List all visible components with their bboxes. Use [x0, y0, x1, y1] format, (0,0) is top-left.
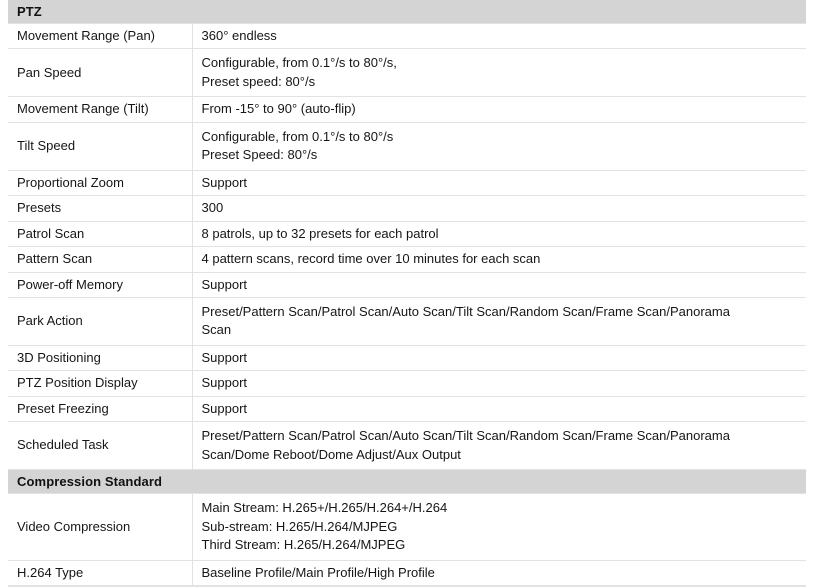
spec-value-line: Preset/Pattern Scan/Patrol Scan/Auto Sca… — [201, 303, 730, 319]
spec-label: Presets — [8, 195, 193, 222]
section-header-row: Compression Standard — [8, 469, 807, 494]
spec-value-line: Scan — [201, 322, 232, 338]
spec-value-line: Main Stream: H.265+/H.265/H.264+/H.264 — [201, 500, 448, 516]
spec-value: Preset/Pattern Scan/Patrol Scan/Auto Sca… — [192, 296, 807, 346]
spec-value-line: 8 patrols, up to 32 presets for each pat… — [201, 225, 439, 241]
table-row: Movement Range (Pan) 360° endless — [8, 22, 807, 50]
spec-label: H.264 Type — [8, 559, 193, 586]
spec-value-line: Baseline Profile/Main Profile/High Profi… — [201, 564, 435, 580]
spec-value-line: Preset Speed: 80°/s — [201, 147, 318, 163]
spec-value: Support — [192, 370, 807, 397]
spec-value: Support — [192, 271, 807, 298]
table-row: Park Action Preset/Pattern Scan/Patrol Sc… — [8, 296, 807, 346]
section-header-row: PTZ — [8, 0, 807, 24]
section-header-title: Compression Standard — [8, 469, 807, 494]
spec-value: 4 pattern scans, record time over 10 min… — [192, 246, 807, 273]
spec-value-line: Preset speed: 80°/s — [201, 73, 316, 89]
spec-value-line: Scan/Dome Reboot/Dome Adjust/Aux Output — [201, 446, 461, 462]
spec-label: 3D Positioning — [8, 344, 193, 372]
table-row: Movement Range (Tilt) From -15° to 90° (a… — [8, 96, 807, 123]
specification-sheet: PTZ Movement Range (Pan) 360° endless Pan S… — [8, 0, 807, 587]
table-row: Patrol Scan 8 patrols, up to 32 presets f… — [8, 220, 807, 248]
table-row: Scheduled Task Preset/Pattern Scan/Patrol… — [8, 421, 807, 471]
specification-table: PTZ Movement Range (Pan) 360° endless Pan S… — [8, 0, 807, 586]
spec-value: Support — [192, 169, 807, 197]
spec-label: Pan Speed — [8, 48, 193, 98]
spec-value-line: Support — [201, 276, 248, 292]
spec-label: Proportional Zoom — [8, 169, 193, 197]
spec-value: Preset/Pattern Scan/Patrol Scan/Auto Sca… — [192, 421, 807, 471]
spec-value-line: 4 pattern scans, record time over 10 min… — [201, 251, 541, 267]
spec-value-line: Configurable, from 0.1°/s to 80°/s — [201, 128, 394, 144]
spec-value: 360° endless — [192, 22, 807, 50]
spec-value: Support — [192, 395, 807, 423]
spec-value-line: Configurable, from 0.1°/s to 80°/s, — [201, 55, 397, 71]
spec-label: Pattern Scan — [8, 246, 193, 273]
table-row: PTZ Position Display Support — [8, 370, 807, 397]
table-row: Power-off Memory Support — [8, 271, 807, 298]
table-row: Presets 300 — [8, 195, 807, 222]
spec-label: Movement Range (Tilt) — [8, 96, 193, 123]
spec-value: Support — [192, 344, 807, 372]
table-row: Pan Speed Configurable, from 0.1°/s to 80… — [8, 48, 807, 98]
table-row: Preset Freezing Support — [8, 395, 807, 423]
spec-value-line: Support — [201, 349, 248, 365]
spec-value: Configurable, from 0.1°/s to 80°/s, Prese… — [192, 48, 807, 98]
table-row: 3D Positioning Support — [8, 344, 807, 372]
table-body: PTZ Movement Range (Pan) 360° endless Pan S… — [8, 0, 807, 586]
spec-value-line: From -15° to 90° (auto-flip) — [201, 101, 356, 117]
spec-value-line: 300 — [201, 200, 224, 216]
spec-value: From -15° to 90° (auto-flip) — [192, 96, 807, 123]
table-row: H.264 Type Baseline Profile/Main Profile/… — [8, 559, 807, 586]
spec-label: Tilt Speed — [8, 121, 193, 171]
table-row: Proportional Zoom Support — [8, 169, 807, 197]
spec-value-line: 360° endless — [201, 28, 277, 43]
spec-value: Configurable, from 0.1°/s to 80°/s Preset… — [192, 121, 807, 171]
spec-label: Patrol Scan — [8, 220, 193, 248]
spec-label: Movement Range (Pan) — [8, 22, 193, 50]
spec-label: PTZ Position Display — [8, 370, 193, 397]
spec-value: 8 patrols, up to 32 presets for each pat… — [192, 220, 807, 248]
table-row: Pattern Scan 4 pattern scans, record time… — [8, 246, 807, 273]
section-header-title: PTZ — [8, 0, 807, 24]
spec-value: 300 — [192, 195, 807, 222]
spec-label: Video Compression — [8, 493, 193, 561]
spec-value-line: Support — [201, 400, 248, 416]
spec-label: Preset Freezing — [8, 395, 193, 423]
spec-label: Scheduled Task — [8, 421, 193, 471]
spec-value-line: Support — [201, 174, 248, 190]
spec-label: Park Action — [8, 296, 193, 346]
spec-value: Baseline Profile/Main Profile/High Profi… — [192, 559, 807, 586]
spec-value-line: Preset/Pattern Scan/Patrol Scan/Auto Sca… — [201, 428, 730, 444]
spec-value-line: Sub-stream: H.265/H.264/MJPEG — [201, 518, 398, 534]
spec-value: Main Stream: H.265+/H.265/H.264+/H.264 Su… — [192, 493, 807, 561]
spec-label: Power-off Memory — [8, 271, 193, 298]
spec-value-line: Support — [201, 375, 248, 391]
table-row: Tilt Speed Configurable, from 0.1°/s to 8… — [8, 121, 807, 171]
table-row: Video Compression Main Stream: H.265+/H.2… — [8, 493, 807, 561]
